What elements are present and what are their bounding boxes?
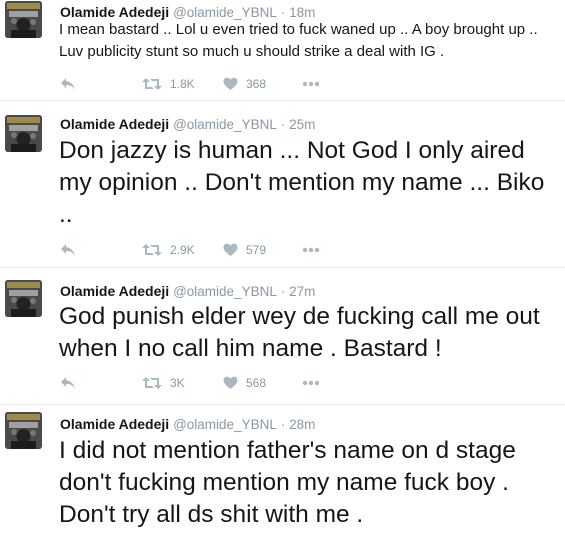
more-button[interactable] [302, 374, 320, 392]
more-icon [302, 81, 320, 87]
tweet-text: I mean bastard .. Lol u even tried to fu… [59, 21, 538, 60]
retweet-icon [142, 78, 162, 90]
retweet-icon [142, 377, 162, 389]
more-icon [302, 247, 320, 253]
like-button[interactable]: 568 [223, 374, 266, 392]
timestamp[interactable]: 28m [289, 417, 315, 432]
tweet-header: Olamide Adedeji @olamide_YBNL · 27m [60, 282, 315, 300]
separator: · [280, 417, 286, 432]
tweet[interactable]: Olamide Adedeji @olamide_YBNL · 27m God … [0, 268, 565, 403]
author-name[interactable]: Olamide Adedeji [60, 116, 169, 132]
author-name[interactable]: Olamide Adedeji [60, 416, 169, 432]
author-name[interactable]: Olamide Adedeji [60, 4, 169, 20]
avatar[interactable] [5, 280, 42, 317]
separator: · [280, 284, 286, 299]
timestamp[interactable]: 18m [289, 5, 315, 20]
tweet-text: Don jazzy is human ... Not God I only ai… [59, 137, 545, 228]
avatar[interactable] [5, 115, 42, 152]
author-handle[interactable]: @olamide_YBNL [173, 284, 277, 299]
heart-icon [223, 77, 238, 90]
author-handle[interactable]: @olamide_YBNL [173, 5, 277, 20]
tweet[interactable]: Olamide Adedeji @olamide_YBNL · 18m I me… [0, 0, 565, 96]
avatar[interactable] [5, 412, 42, 449]
heart-icon [223, 376, 238, 389]
tweet[interactable]: Olamide Adedeji @olamide_YBNL · 25m Don … [0, 101, 565, 266]
more-button[interactable] [302, 241, 320, 259]
author-handle[interactable]: @olamide_YBNL [173, 417, 277, 432]
more-button[interactable] [302, 75, 320, 93]
like-count: 579 [246, 243, 267, 257]
tweet-text: God punish elder wey de fucking call me … [59, 303, 540, 362]
tweet-text: I did not mention father's name on d sta… [59, 437, 516, 528]
author-name[interactable]: Olamide Adedeji [60, 283, 169, 299]
tweet[interactable]: Olamide Adedeji @olamide_YBNL · 28m I di… [0, 405, 565, 539]
like-count: 368 [246, 77, 267, 91]
like-button[interactable]: 579 [223, 241, 266, 259]
author-handle[interactable]: @olamide_YBNL [173, 117, 277, 132]
retweet-count: 1.8K [170, 77, 195, 91]
heart-icon [223, 243, 238, 256]
separator: · [280, 117, 286, 132]
reply-button[interactable] [60, 241, 76, 259]
reply-icon [61, 244, 75, 256]
retweet-count: 2.9K [170, 243, 195, 257]
retweet-count: 3K [170, 376, 185, 390]
reply-button[interactable] [60, 374, 76, 392]
like-button[interactable]: 368 [223, 75, 266, 93]
tweet-header: Olamide Adedeji @olamide_YBNL · 28m [60, 415, 315, 433]
tweet-header: Olamide Adedeji @olamide_YBNL · 25m [60, 115, 315, 133]
retweet-icon [142, 244, 162, 256]
separator: · [280, 5, 286, 20]
reply-button[interactable] [60, 75, 76, 93]
timestamp[interactable]: 25m [289, 117, 315, 132]
reply-icon [61, 377, 75, 389]
reply-icon [61, 78, 75, 90]
retweet-button[interactable]: 2.9K [142, 241, 195, 259]
retweet-button[interactable]: 1.8K [142, 75, 195, 93]
retweet-button[interactable]: 3K [142, 374, 185, 392]
avatar[interactable] [5, 1, 42, 38]
like-count: 568 [246, 376, 267, 390]
more-icon [302, 380, 320, 386]
timestamp[interactable]: 27m [289, 284, 315, 299]
